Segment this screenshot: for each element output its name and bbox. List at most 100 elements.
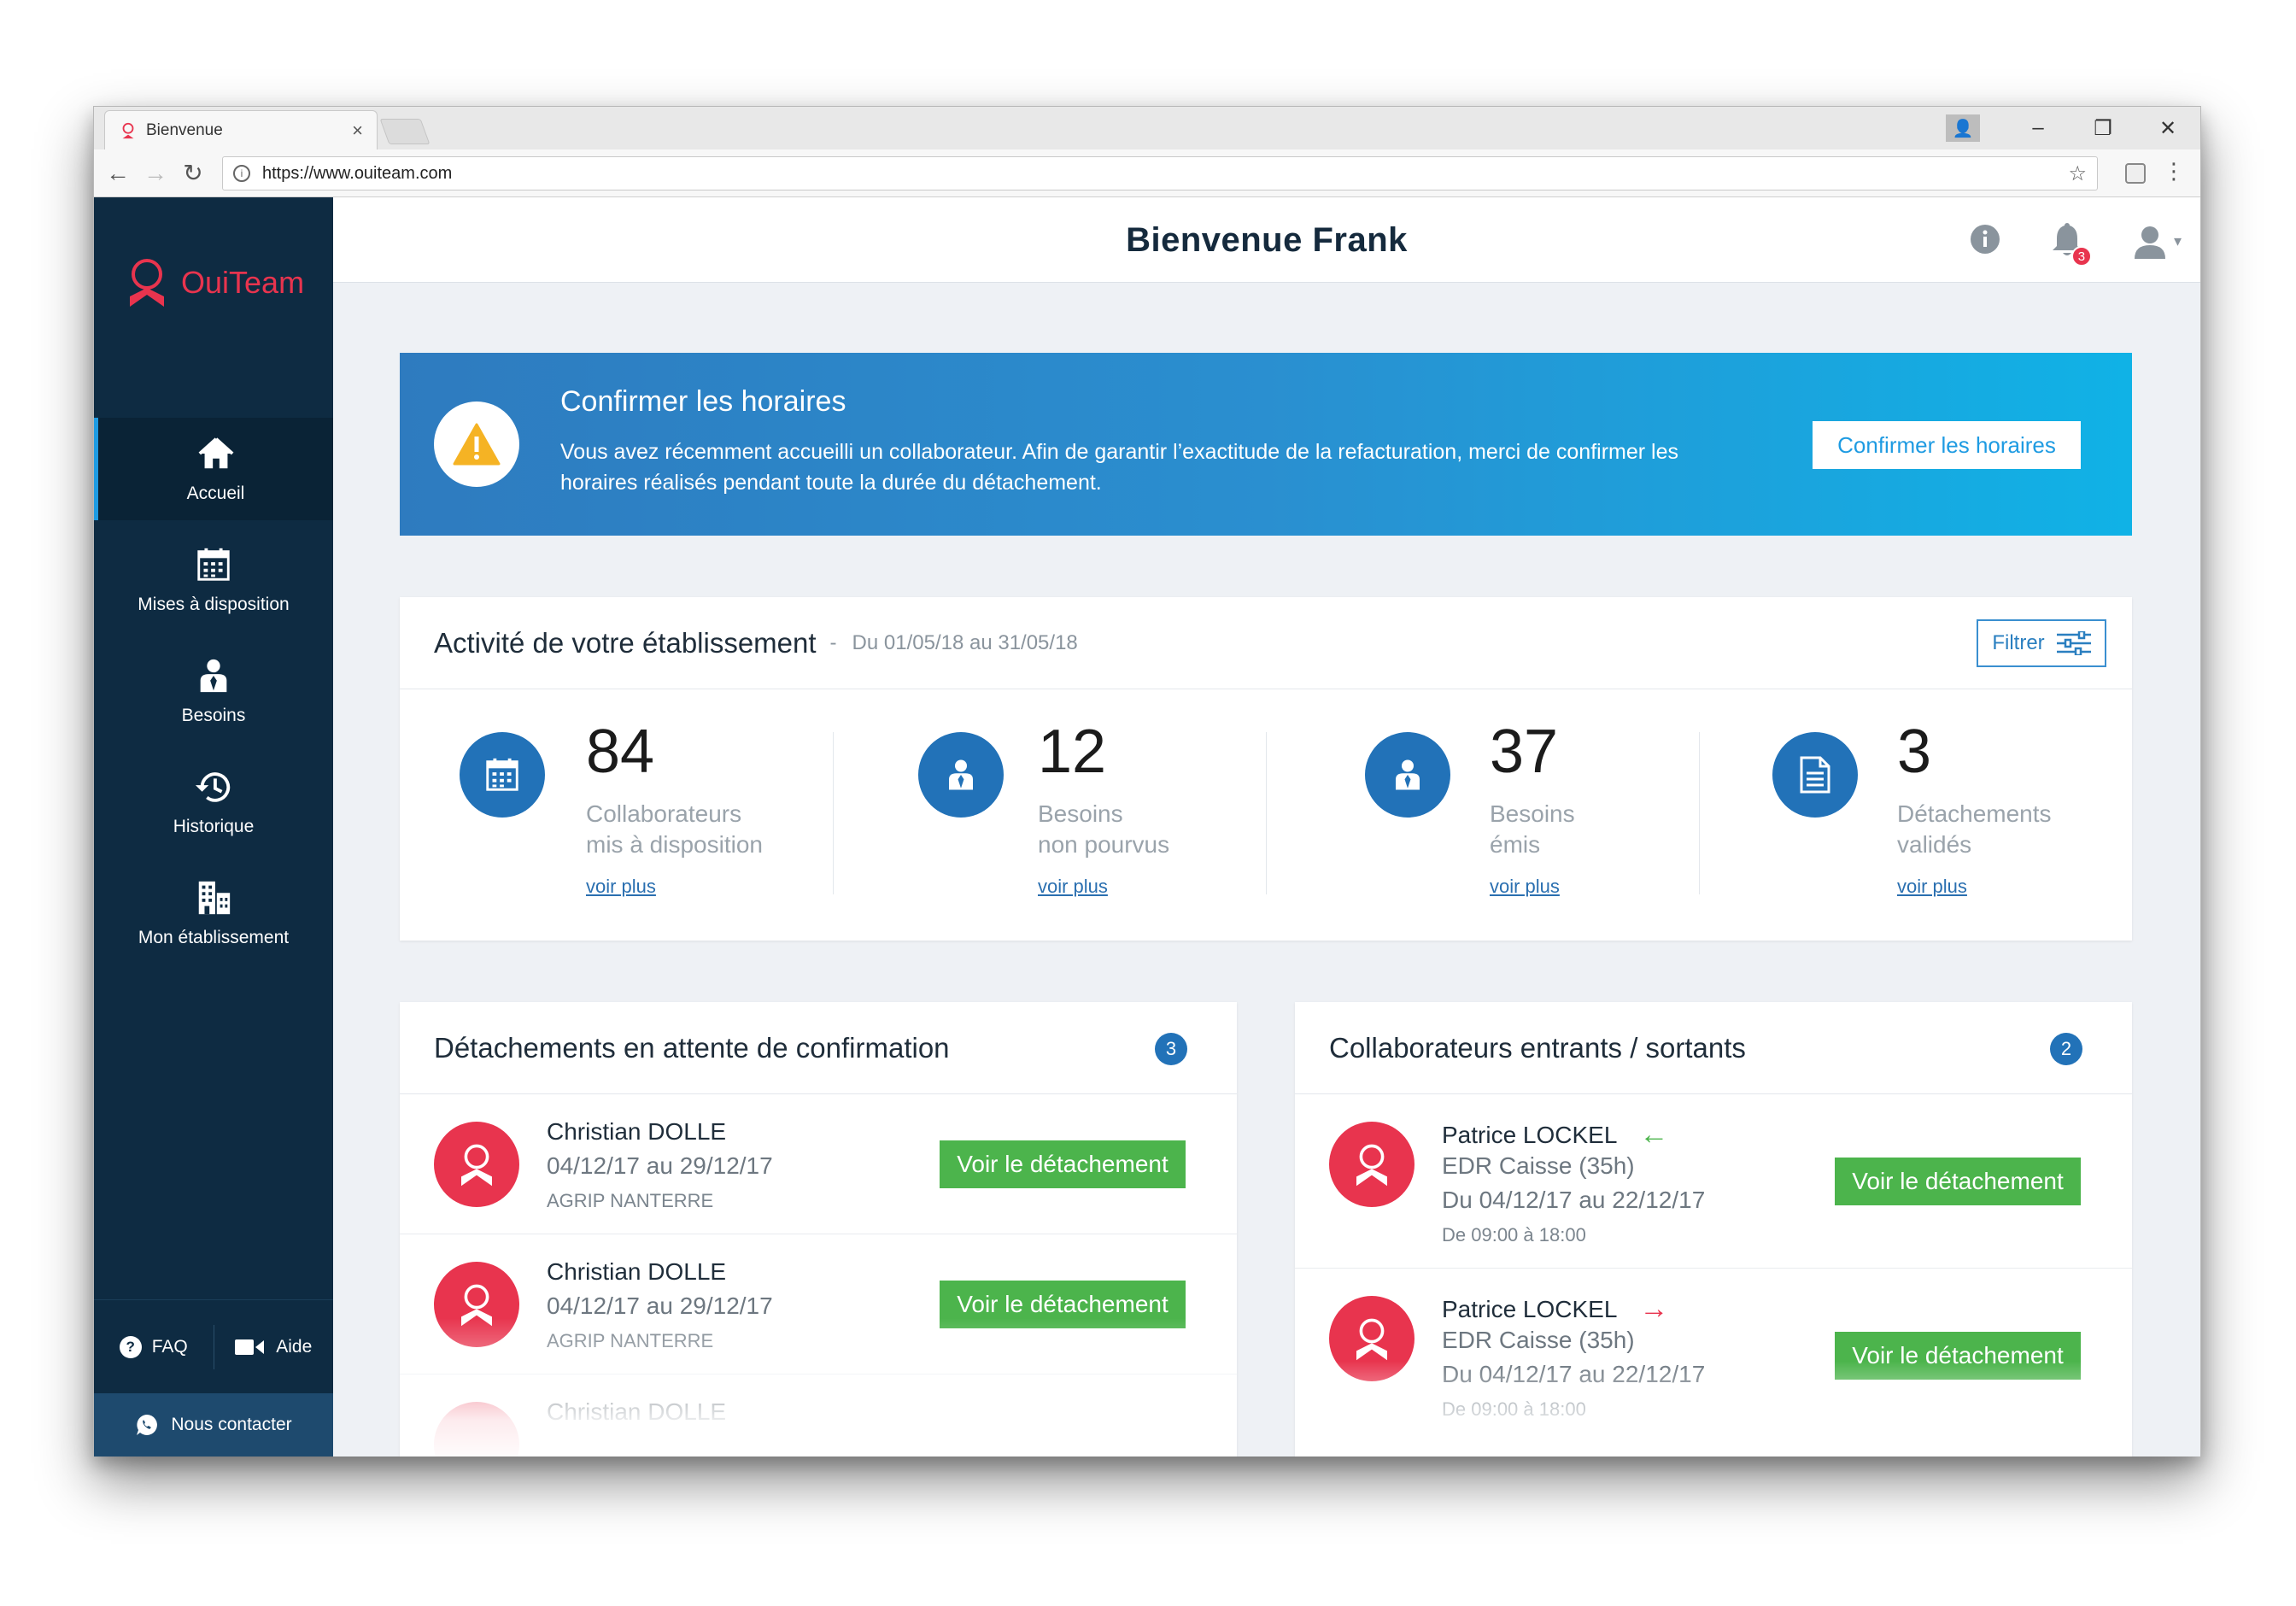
home-icon [198,437,233,469]
history-icon [195,772,231,802]
avatar [434,1122,519,1207]
stat-label-line1: Besoins [1490,800,1575,827]
star-bookmark-icon[interactable]: ☆ [2068,161,2087,186]
sidebar-item-historique[interactable]: Historique [94,751,333,853]
warning-icon-wrap [434,402,519,487]
tab-close-icon[interactable]: × [352,120,363,142]
close-window-button[interactable]: ✕ [2135,116,2200,141]
sidebar-item-accueil[interactable]: Accueil [94,418,333,520]
voir-plus-link[interactable]: voir plus [1490,876,1560,898]
detachment-dates: 04/12/17 au 29/12/17 [547,1292,773,1319]
stat-label: Besoins émis [1490,799,1575,860]
view-detachment-button[interactable]: Voir le détachement [1835,1158,2081,1205]
user-menu-button[interactable]: ▾ [2133,225,2182,259]
brand-name: OuiTeam [181,265,305,300]
activity-period-separator: - [829,630,837,654]
movements-count-badge: 2 [2050,1033,2082,1065]
minimize-button[interactable]: – [2006,116,2070,140]
notifications-button[interactable]: 3 [2051,221,2092,267]
person-icon [918,732,1004,818]
banner-title: Confirmer les horaires [560,385,846,418]
avatar [434,1262,519,1347]
back-arrow-icon[interactable]: ← [99,160,137,187]
collaborator-role: EDR Caisse (35h) [1442,1327,1635,1353]
sidebar: OuiTeam Accueil Mises à disposition Beso… [94,197,333,1457]
video-camera-icon [235,1339,265,1355]
filter-button[interactable]: Filtrer [1977,619,2106,667]
movement-dates: Du 04/12/17 au 22/12/17 [1442,1187,1706,1213]
sidebar-item-mon-etablissement[interactable]: Mon établissement [94,862,333,964]
contact-button[interactable]: Nous contacter [94,1393,333,1457]
movement-row: Patrice LOCKEL ← EDR Caisse (35h) Du 04/… [1295,1094,2132,1269]
building-icon [198,881,231,915]
collaborator-role: EDR Caisse (35h) [1442,1152,1635,1179]
ouiteam-avatar-icon [1356,1144,1387,1187]
collaborator-name: Patrice LOCKEL [1442,1295,1618,1322]
pending-row: Christian DOLLE [400,1374,1237,1457]
address-bar[interactable]: i https://www.ouiteam.com ☆ [222,156,2098,190]
person-icon [1365,732,1450,818]
brand-logo[interactable]: OuiTeam [126,257,304,308]
movements-card-header: Collaborateurs entrants / sortants [1295,1002,2132,1094]
stat-label-line2: non pourvus [1038,831,1170,858]
stat-label-line2: mis à disposition [586,831,763,858]
stat-value: 37 [1490,718,1559,786]
arrow-right-icon: → [1639,1292,1669,1325]
activity-card-header: Activité de votre établissement - Du 01/… [400,597,2132,689]
new-tab-button[interactable] [379,119,430,144]
collaborator-name-wrap: Patrice LOCKEL ← [1442,1118,1668,1152]
detachment-place: AGRIP NANTERRE [547,1330,714,1351]
ouiteam-avatar-icon [461,1144,492,1187]
activity-title: Activité de votre établissement [434,626,817,659]
stat-label-line1: Besoins [1038,800,1123,827]
address-url: https://www.ouiteam.com [262,163,453,183]
view-detachment-button[interactable]: Voir le détachement [940,1281,1186,1328]
view-detachment-button[interactable]: Voir le détachement [1835,1332,2081,1380]
info-icon[interactable]: i [233,165,250,182]
faq-link[interactable]: ? FAQ [94,1335,214,1358]
info-button[interactable] [1969,223,2001,260]
stat-value: 12 [1038,718,1107,786]
voir-plus-link[interactable]: voir plus [1038,876,1108,898]
warning-icon [453,423,501,466]
calendar-icon [197,548,230,581]
confirm-hours-banner: Confirmer les horaires Vous avez récemme… [400,353,2132,536]
browser-tab[interactable]: Bienvenue × [104,110,378,149]
voir-plus-link[interactable]: voir plus [1897,876,1967,898]
sidebar-item-label: Mon établissement [138,928,290,947]
movements-title: Collaborateurs entrants / sortants [1329,1031,1746,1064]
avatar [1329,1122,1414,1207]
stat-detachements-valides: 3 Détachements validés voir plus [1699,689,2132,941]
filter-label: Filtrer [1992,631,2045,654]
reload-icon[interactable]: ↻ [174,159,212,187]
sidebar-item-label: Historique [173,817,255,836]
menu-kebab-icon[interactable]: ⋮ [2163,158,2185,185]
collaborator-name: Christian DOLLE [547,1398,727,1425]
app-page: OuiTeam Accueil Mises à disposition Beso… [94,197,2200,1457]
sidebar-item-besoins[interactable]: Besoins [94,640,333,742]
info-circle-icon [1970,225,2000,254]
aide-link[interactable]: Aide [214,1337,334,1357]
extension-icon[interactable] [2125,163,2146,184]
confirm-hours-button[interactable]: Confirmer les horaires [1813,421,2081,469]
profile-icon[interactable]: 👤 [1946,114,1980,142]
filter-sliders-icon [2056,631,2091,655]
stat-label: Collaborateurs mis à disposition [586,799,763,860]
pending-row: Christian DOLLE 04/12/17 au 29/12/17 AGR… [400,1234,1237,1374]
sidebar-item-label: Besoins [181,706,246,725]
question-icon: ? [119,1335,142,1358]
forward-arrow-icon[interactable]: → [137,160,174,187]
arrow-left-icon: ← [1639,1118,1669,1151]
collaborator-name: Patrice LOCKEL [1442,1121,1618,1148]
pending-row: Christian DOLLE 04/12/17 au 29/12/17 AGR… [400,1094,1237,1234]
voir-plus-link[interactable]: voir plus [586,876,656,898]
stat-label-line1: Collaborateurs [586,800,742,827]
view-detachment-button[interactable]: Voir le détachement [940,1140,1186,1188]
browser-tab-bar: Bienvenue × 👤 – ❐ ✕ [94,107,2200,149]
sidebar-footer: ? FAQ Aide Nous contacter [94,1299,333,1457]
sidebar-item-mises-a-disposition[interactable]: Mises à disposition [94,529,333,631]
sidebar-item-label: Accueil [186,484,245,503]
restore-button[interactable]: ❐ [2070,116,2135,141]
ouiteam-favicon-icon [122,122,134,138]
ouiteam-avatar-icon [1356,1318,1387,1361]
